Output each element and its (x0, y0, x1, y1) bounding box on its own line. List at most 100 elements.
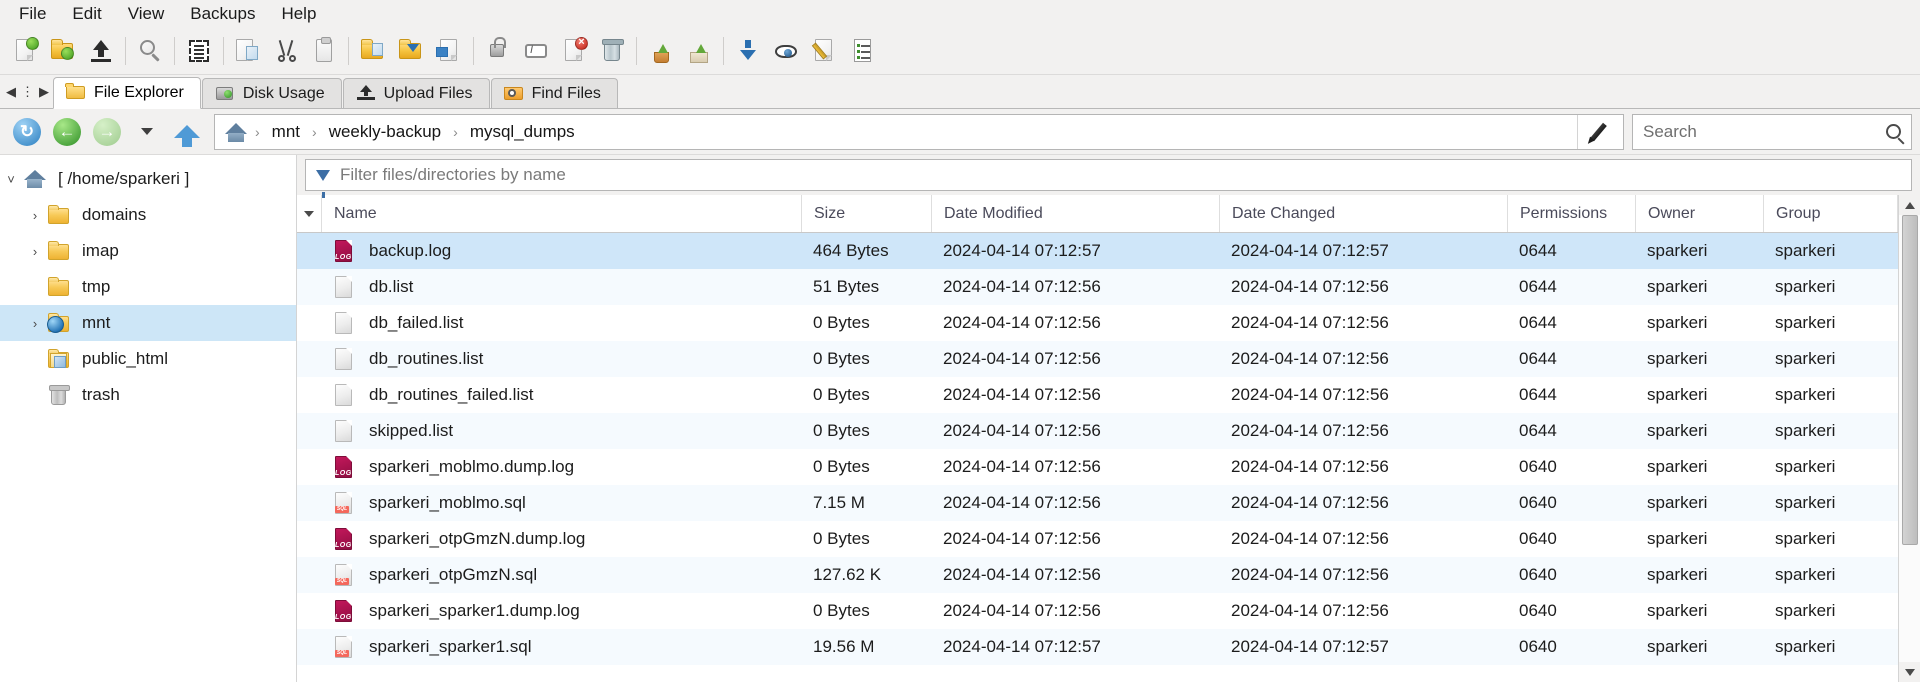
table-row[interactable]: LOG sparkeri_sparker1.dump.log 0 Bytes 2024… (297, 593, 1898, 629)
file-name-cell[interactable]: LOG sparkeri_sparker1.dump.log (321, 593, 801, 629)
search-box[interactable] (1632, 113, 1912, 150)
tab-file-explorer[interactable]: File Explorer (53, 77, 201, 109)
file-name-cell[interactable]: LOG sparkeri_moblmo.dump.log (321, 449, 801, 485)
column-header-owner[interactable]: Owner (1636, 195, 1764, 232)
tab-disk-usage[interactable]: Disk Usage (201, 78, 342, 108)
table-row[interactable]: LOG backup.log 464 Bytes 2024-04-14 07:12:5… (297, 233, 1898, 269)
table-row[interactable]: SQL sparkeri_otpGmzN.sql 127.62 K 2024-04-1… (297, 557, 1898, 593)
file-name-cell[interactable]: db_failed.list (321, 305, 801, 341)
scrollbar-track[interactable] (1898, 215, 1920, 662)
sidebar-item-imap[interactable]: › imap (0, 233, 296, 269)
column-header-name[interactable]: Name (322, 195, 802, 232)
table-row[interactable]: LOG sparkeri_moblmo.dump.log 0 Bytes 2024-0… (297, 449, 1898, 485)
table-row[interactable]: db_failed.list 0 Bytes 2024-04-14 07:12:56… (297, 305, 1898, 341)
trash-button[interactable] (593, 31, 631, 71)
edit-button[interactable] (805, 31, 843, 71)
tab-bar: ◀ ⋮ ▶ File Explorer Disk Usage Upload Fi… (0, 75, 1920, 109)
file-name-cell[interactable]: db.list (321, 269, 801, 305)
view-button[interactable] (767, 31, 805, 71)
sort-indicator-header[interactable] (297, 195, 322, 232)
file-name-cell[interactable]: db_routines_failed.list (321, 377, 801, 413)
properties-button[interactable] (843, 31, 881, 71)
table-row[interactable]: db_routines_failed.list 0 Bytes 2024-04-14… (297, 377, 1898, 413)
file-name-cell[interactable]: SQL sparkeri_sparker1.sql (321, 629, 801, 665)
new-folder-button[interactable] (44, 31, 82, 71)
table-row[interactable]: SQL sparkeri_moblmo.sql 7.15 M 2024-04-14 0… (297, 485, 1898, 521)
file-name-cell[interactable]: LOG sparkeri_otpGmzN.dump.log (321, 521, 801, 557)
column-header-date-modified[interactable]: Date Modified (932, 195, 1220, 232)
table-row[interactable]: SQL sparkeri_sparker1.sql 19.56 M 2024-04-1… (297, 629, 1898, 665)
scrollbar-thumb[interactable] (1901, 215, 1918, 545)
copy-file-button[interactable] (430, 31, 468, 71)
copy-button[interactable] (229, 31, 267, 71)
file-name-cell[interactable]: SQL sparkeri_moblmo.sql (321, 485, 801, 521)
table-row[interactable]: db.list 51 Bytes 2024-04-14 07:12:56 2024-0… (297, 269, 1898, 305)
upload-button[interactable] (82, 31, 120, 71)
column-header-group[interactable]: Group (1764, 195, 1898, 232)
back-button[interactable]: ← (48, 113, 86, 151)
menu-backups[interactable]: Backups (177, 2, 268, 26)
permissions-button[interactable] (479, 31, 517, 71)
table-row[interactable]: LOG sparkeri_otpGmzN.dump.log 0 Bytes 2024-… (297, 521, 1898, 557)
file-name-cell[interactable]: skipped.list (321, 413, 801, 449)
breadcrumb-item-mnt[interactable]: mnt (264, 119, 308, 145)
sidebar-item-mnt[interactable]: › mnt (0, 305, 296, 341)
restore-button[interactable] (642, 31, 680, 71)
twisty-collapsed-icon[interactable]: › (24, 244, 46, 259)
file-name-cell[interactable]: LOG backup.log (321, 233, 801, 269)
download-icon (733, 36, 763, 66)
twisty-collapsed-icon[interactable]: › (24, 208, 46, 223)
paste-button[interactable] (305, 31, 343, 71)
file-group-cell: sparkeri (1775, 349, 1836, 368)
table-row[interactable]: skipped.list 0 Bytes 2024-04-14 07:12:56 20… (297, 413, 1898, 449)
scroll-up-button[interactable] (1898, 195, 1920, 215)
breadcrumb-item-mysql-dumps[interactable]: mysql_dumps (462, 119, 583, 145)
tab-menu-icon[interactable]: ⋮ (21, 85, 34, 98)
tab-find-files[interactable]: Find Files (490, 78, 618, 108)
sidebar-item-home[interactable]: ˅ [ /home/sparkeri ] (0, 161, 296, 197)
extract-button[interactable] (680, 31, 718, 71)
column-header-date-changed[interactable]: Date Changed (1220, 195, 1508, 232)
copy-folder-button[interactable] (392, 31, 430, 71)
tab-upload-files[interactable]: Upload Files (342, 78, 490, 108)
forward-button[interactable]: → (88, 113, 126, 151)
address-bar[interactable]: › mnt › weekly-backup › mysql_dumps (214, 113, 1624, 150)
column-header-permissions[interactable]: Permissions (1508, 195, 1636, 232)
filter-field[interactable] (305, 159, 1912, 198)
menu-help[interactable]: Help (268, 2, 329, 26)
edit-path-button[interactable] (1577, 114, 1619, 149)
sidebar-item-tmp[interactable]: tmp (0, 269, 296, 305)
download-button[interactable] (729, 31, 767, 71)
new-file-button[interactable] (6, 31, 44, 71)
cut-button[interactable] (267, 31, 305, 71)
file-name-cell[interactable]: SQL sparkeri_otpGmzN.sql (321, 557, 801, 593)
breadcrumb-item-weekly-backup[interactable]: weekly-backup (321, 119, 449, 145)
menu-edit[interactable]: Edit (59, 2, 114, 26)
column-header-size[interactable]: Size (802, 195, 932, 232)
file-name-cell[interactable]: db_routines.list (321, 341, 801, 377)
sidebar-item-trash[interactable]: trash (0, 377, 296, 413)
refresh-button[interactable]: ↻ (8, 113, 46, 151)
history-dropdown-button[interactable] (128, 113, 166, 151)
table-row[interactable]: db_routines.list 0 Bytes 2024-04-14 07:12:… (297, 341, 1898, 377)
sidebar-item-domains[interactable]: › domains (0, 197, 296, 233)
tab-prev-icon[interactable]: ◀ (6, 85, 16, 98)
sidebar-item-public-html[interactable]: public_html (0, 341, 296, 377)
delete-file-button[interactable] (555, 31, 593, 71)
search-input[interactable] (1643, 121, 1886, 142)
twisty-expanded-icon[interactable]: ˅ (0, 172, 22, 187)
scroll-down-button[interactable] (1898, 662, 1920, 682)
search-button[interactable] (131, 31, 169, 71)
up-directory-button[interactable] (168, 113, 206, 151)
tab-next-icon[interactable]: ▶ (39, 85, 49, 98)
home-icon[interactable] (223, 121, 249, 143)
move-folder-button[interactable] (354, 31, 392, 71)
twisty-collapsed-icon[interactable]: › (24, 316, 46, 331)
filter-input[interactable] (340, 165, 1901, 185)
menu-file[interactable]: File (6, 2, 59, 26)
search-icon[interactable] (1886, 124, 1901, 139)
menu-view[interactable]: View (115, 2, 178, 26)
select-all-button[interactable] (180, 31, 218, 71)
rename-button[interactable] (517, 31, 555, 71)
vertical-scrollbar[interactable] (1898, 195, 1920, 682)
